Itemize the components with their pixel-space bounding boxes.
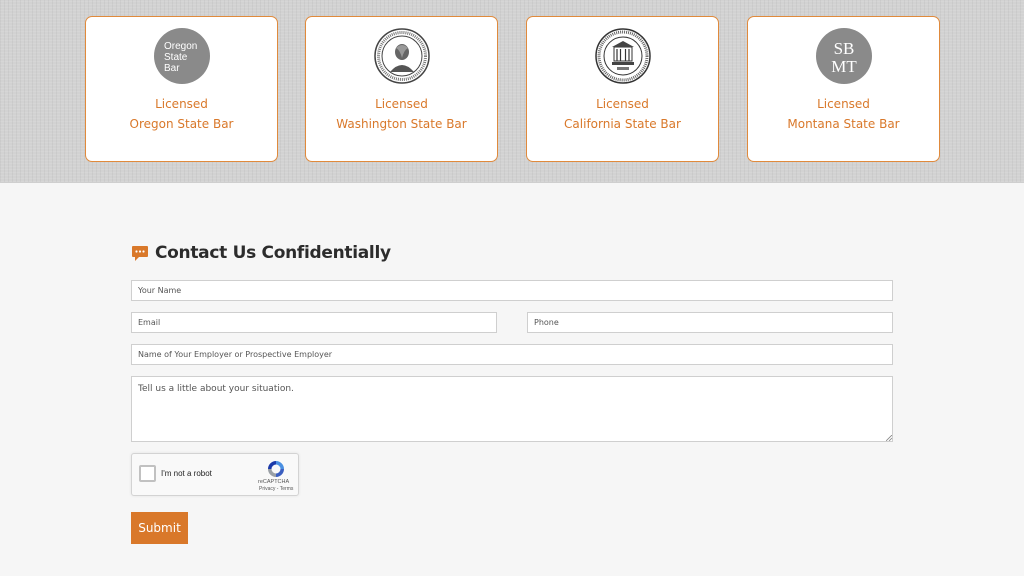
license-name: Washington State Bar [336,117,467,131]
recaptcha-checkbox[interactable] [139,465,156,482]
oregon-state-bar-logo: Oregon State Bar [154,28,210,84]
svg-text:SB: SB [834,39,855,58]
resize-handle-icon[interactable] [886,435,892,441]
recaptcha-logo-icon [268,461,284,477]
phone-input[interactable] [527,312,893,333]
license-status: Licensed [375,97,428,111]
recaptcha-label: I'm not a robot [161,469,212,478]
svg-text:State: State [164,52,188,63]
contact-form-title: Contact Us Confidentially [155,243,391,263]
license-name: Oregon State Bar [129,117,234,131]
california-state-bar-seal [595,28,651,84]
email-input[interactable] [131,312,497,333]
submit-button[interactable]: Submit [131,512,188,544]
license-status: Licensed [155,97,208,111]
license-card-oregon: Oregon State Bar Licensed Oregon State B… [85,16,278,162]
license-status: Licensed [817,97,870,111]
washington-state-bar-seal [374,28,430,84]
license-status: Licensed [596,97,649,111]
license-card-washington: Licensed Washington State Bar [305,16,498,162]
license-card-montana: SB MT Licensed Montana State Bar [747,16,940,162]
license-card-california: Licensed California State Bar [526,16,719,162]
svg-text:MT: MT [831,57,857,76]
montana-state-bar-logo: SB MT [816,28,872,84]
employer-input[interactable] [131,344,893,365]
contact-form-header: Contact Us Confidentially [131,242,391,264]
recaptcha-privacy-terms-link[interactable]: Privacy - Terms [259,486,293,492]
license-name: California State Bar [564,117,681,131]
svg-text:Oregon: Oregon [164,41,197,52]
license-name: Montana State Bar [787,117,900,131]
recaptcha-widget: I'm not a robot reCAPTCHA Privacy - Term… [131,453,299,496]
chat-bubble-icon [131,244,149,262]
situation-textarea[interactable] [131,376,893,442]
recaptcha-brand: reCAPTCHA [258,479,290,485]
svg-text:Bar: Bar [164,63,180,74]
name-input[interactable] [131,280,893,301]
